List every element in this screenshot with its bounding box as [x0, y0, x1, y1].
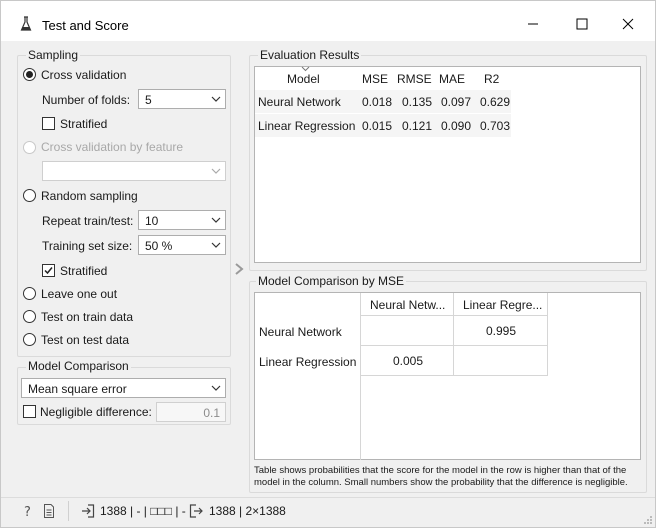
divider [360, 375, 548, 376]
negligible-checkbox[interactable] [23, 405, 36, 418]
stratified-rs-checkbox[interactable] [42, 264, 55, 277]
stratified-cv-checkbox[interactable] [42, 117, 55, 130]
cv-feature-select[interactable] [42, 161, 226, 181]
input-icon [82, 504, 95, 518]
r2-value: 0.629 [480, 95, 511, 109]
random-sampling-radio[interactable] [23, 189, 36, 202]
maximize-button[interactable] [559, 9, 605, 39]
cv-by-feature-label: Cross validation by feature [41, 140, 184, 154]
training-size-value: 50 % [145, 239, 173, 253]
test-on-train-label: Test on train data [41, 310, 134, 324]
col-header-mse[interactable]: MSE [362, 72, 388, 86]
col-header-r2[interactable]: R2 [484, 72, 499, 86]
comparison-title: Model Comparison by MSE [256, 274, 407, 288]
checkmark-icon [44, 267, 53, 275]
minimize-button[interactable] [510, 9, 556, 39]
status-separator [68, 501, 69, 521]
chevron-down-icon [211, 96, 221, 102]
evaluation-title: Evaluation Results [258, 48, 362, 62]
comparison-metric-select[interactable]: Mean square error [21, 378, 226, 398]
leave-one-out-label: Leave one out [41, 287, 118, 301]
rmse-value: 0.121 [402, 119, 433, 133]
status-divider [1, 497, 655, 498]
col-header-rmse[interactable]: RMSE [397, 72, 432, 86]
mse-value: 0.015 [362, 119, 393, 133]
chevron-down-icon [211, 242, 221, 248]
output-icon [189, 504, 203, 518]
mae-value: 0.090 [441, 119, 472, 133]
comparison-cell: 0.995 [486, 324, 517, 338]
resize-grip-icon[interactable] [641, 513, 653, 525]
rmse-value: 0.135 [402, 95, 433, 109]
leave-one-out-radio[interactable] [23, 287, 36, 300]
stratified-cv-label: Stratified [60, 117, 108, 131]
comparison-col-header: Linear Regre... [463, 298, 543, 312]
col-header-model[interactable]: Model [287, 72, 320, 86]
comparison-row-header: Neural Network [259, 325, 342, 339]
comparison-table[interactable]: Neural Netw... Linear Regre... Neural Ne… [254, 292, 641, 460]
table-row[interactable]: Neural Network 0.018 0.135 0.097 0.629 [255, 90, 511, 113]
test-on-train-radio[interactable] [23, 310, 36, 323]
model-comparison-title: Model Comparison [26, 359, 131, 373]
evaluation-table[interactable]: Model MSE RMSE MAE R2 Neural Network 0.0… [254, 66, 641, 263]
svg-text:?: ? [24, 505, 31, 518]
sampling-title: Sampling [26, 48, 81, 62]
col-header-mae[interactable]: MAE [439, 72, 465, 86]
chevron-down-icon [211, 168, 221, 174]
cross-validation-radio[interactable] [23, 68, 36, 81]
comparison-metric-value: Mean square error [28, 382, 127, 396]
cross-validation-label: Cross validation [41, 68, 127, 82]
repeat-label: Repeat train/test: [42, 214, 134, 228]
help-icon[interactable]: ? [23, 504, 35, 518]
report-icon[interactable] [43, 504, 55, 518]
number-of-folds-value: 5 [145, 93, 152, 107]
chevron-down-icon [211, 217, 221, 223]
comparison-row-header: Linear Regression [259, 355, 357, 369]
mse-value: 0.018 [362, 95, 393, 109]
test-on-test-radio[interactable] [23, 333, 36, 346]
close-icon [622, 18, 634, 30]
number-of-folds-select[interactable]: 5 [138, 89, 226, 109]
test-and-score-window: Test and Score Sampling Cross validation… [0, 0, 656, 528]
negligible-value: 0.1 [203, 406, 220, 420]
close-button[interactable] [605, 9, 651, 39]
divider [360, 315, 548, 316]
input-summary: 1388 | - | □□□ | - [100, 504, 186, 518]
divider [453, 293, 454, 375]
stratified-rs-label: Stratified [60, 264, 108, 278]
output-summary: 1388 | 2×1388 [209, 504, 286, 518]
cv-by-feature-radio[interactable] [23, 141, 36, 154]
model-name: Neural Network [258, 95, 341, 109]
repeat-select[interactable]: 10 [138, 210, 226, 230]
divider [360, 345, 548, 346]
comparison-cell: 0.005 [393, 354, 424, 368]
table-row[interactable]: Linear Regression 0.015 0.121 0.090 0.70… [255, 114, 511, 137]
random-sampling-label: Random sampling [41, 189, 138, 203]
model-name: Linear Regression [258, 119, 356, 133]
maximize-icon [576, 18, 588, 30]
number-of-folds-label: Number of folds: [42, 93, 131, 107]
comparison-note: Table shows probabilities that the score… [254, 465, 628, 488]
mae-value: 0.097 [441, 95, 472, 109]
window-title: Test and Score [42, 18, 129, 33]
training-size-label: Training set size: [42, 239, 133, 253]
chevron-right-icon[interactable] [234, 263, 244, 275]
negligible-value-field[interactable]: 0.1 [156, 402, 226, 422]
repeat-value: 10 [145, 214, 159, 228]
title-bar: Test and Score [1, 1, 655, 41]
training-size-select[interactable]: 50 % [138, 235, 226, 255]
flask-icon [20, 16, 32, 31]
negligible-label: Negligible difference: [40, 405, 152, 419]
chevron-down-icon [211, 385, 221, 391]
test-on-test-label: Test on test data [41, 333, 130, 347]
comparison-col-header: Neural Netw... [370, 298, 446, 312]
minimize-icon [528, 23, 538, 25]
r2-value: 0.703 [480, 119, 511, 133]
